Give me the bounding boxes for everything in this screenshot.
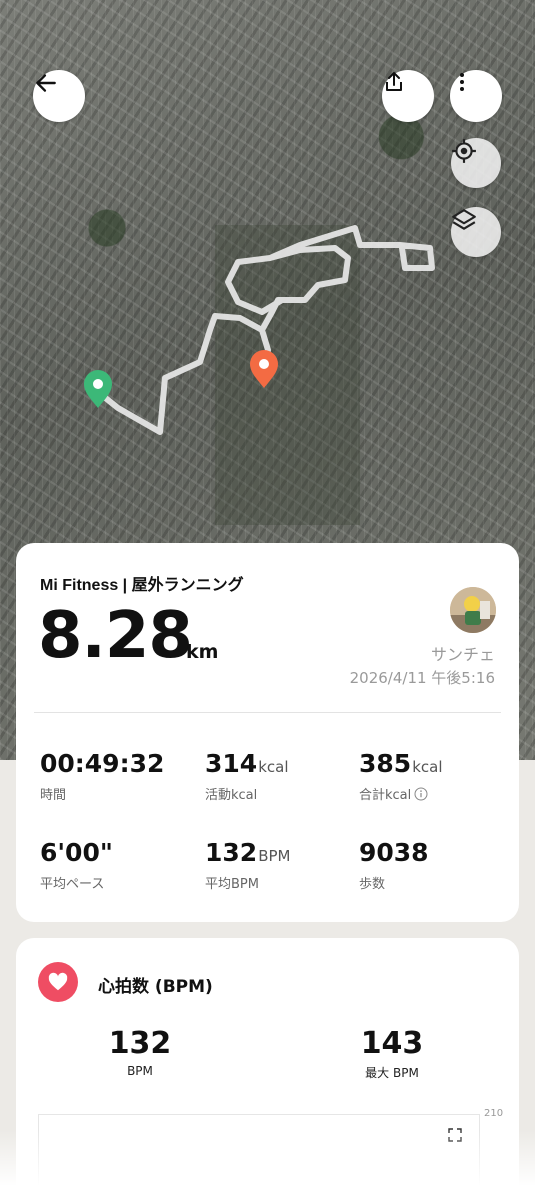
avg-bpm-label: BPM [127, 1064, 153, 1078]
distance-value: 8.28 [38, 599, 193, 673]
divider [34, 712, 501, 713]
locate-button[interactable] [451, 138, 501, 188]
heart-badge [38, 962, 78, 1002]
max-bpm-stat: 143 最大 BPM [322, 1026, 462, 1081]
metric-value: 314 [205, 749, 258, 778]
layers-icon [452, 209, 476, 230]
username: サンチェ [430, 645, 495, 664]
metric-value: 9038 [359, 838, 429, 867]
metric-steps: 9038 歩数 [359, 838, 430, 892]
metric-value: 385 [359, 749, 412, 778]
info-icon[interactable] [414, 787, 428, 801]
metric-label: 合計kcal [359, 788, 412, 803]
avg-bpm-value: 132 [108, 1026, 172, 1061]
chart-axis-max: 210 [484, 1108, 504, 1119]
metric-unit: kcal [258, 758, 289, 776]
metric-value: 6'00" [40, 838, 113, 867]
metric-label: 平均BPM [205, 877, 259, 892]
heart-rate-title: 心拍数 (BPM) [98, 977, 213, 997]
bottom-fade [0, 1130, 535, 1200]
share-icon [386, 72, 402, 91]
metric-avg-bpm: 132BPM 平均BPM [205, 838, 290, 892]
metric-value: 00:49:32 [40, 749, 165, 778]
metric-label: 活動kcal [205, 788, 258, 803]
workout-datetime: 2026/4/11 午後5:16 [349, 669, 495, 687]
metric-label: 時間 [40, 788, 67, 803]
metric-active-kcal: 314kcal 活動kcal [205, 749, 288, 803]
max-bpm-value: 143 [360, 1026, 424, 1061]
back-button[interactable] [33, 70, 85, 122]
avatar[interactable] [450, 587, 496, 633]
more-vertical-icon [460, 73, 464, 91]
workout-summary-card: Mi Fitness | 屋外ランニング 8.28 km サンチェ 2026/4… [16, 543, 519, 922]
metric-value: 132 [205, 838, 258, 867]
metric-duration: 00:49:32 時間 [40, 749, 165, 803]
metric-unit: BPM [258, 847, 291, 865]
layers-button[interactable] [451, 207, 501, 257]
metric-label: 歩数 [359, 877, 386, 892]
metric-label: 平均ペース [40, 877, 105, 892]
avatar-image [450, 587, 496, 633]
more-button[interactable] [450, 70, 502, 122]
metric-total-kcal: 385kcal 合計kcal [359, 749, 442, 803]
heart-icon [48, 972, 68, 991]
avg-bpm-stat: 132 BPM [70, 1026, 210, 1078]
crosshair-icon [452, 139, 476, 163]
metric-unit: kcal [412, 758, 443, 776]
share-button[interactable] [382, 70, 434, 122]
max-bpm-label: 最大 BPM [365, 1066, 419, 1080]
back-icon [36, 74, 56, 92]
activity-source: Mi Fitness | 屋外ランニング [40, 577, 244, 594]
metric-avg-pace: 6'00" 平均ペース [40, 838, 114, 892]
distance-unit: km [186, 641, 219, 663]
